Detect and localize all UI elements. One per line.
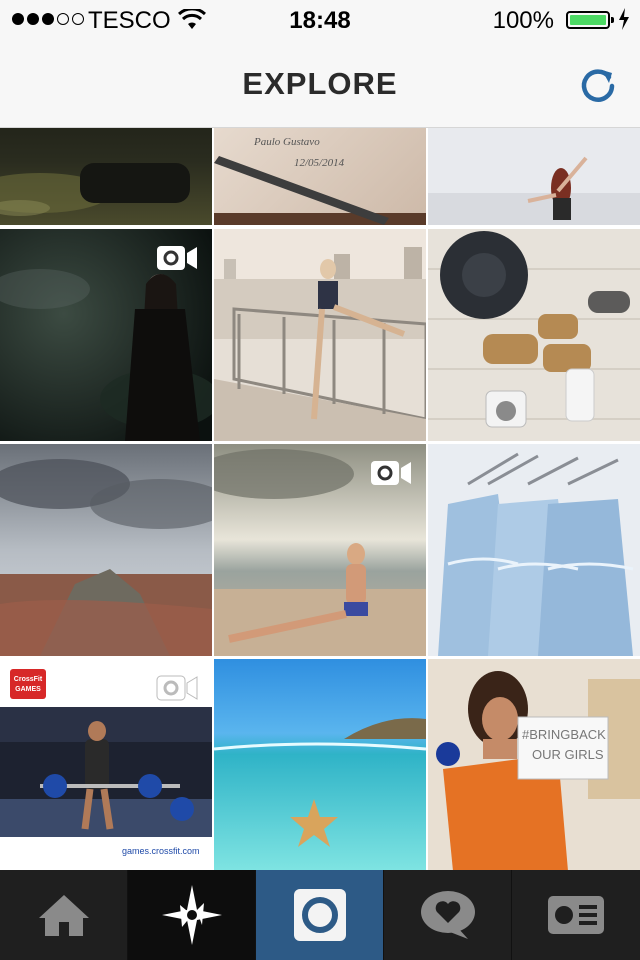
carrier-name: TESCO — [88, 7, 171, 34]
hat-and-shoes-flatlay-photo — [428, 229, 640, 441]
signed-notebook-photo: Paulo Gustavo 12/05/2014 — [214, 128, 426, 225]
svg-text:12/05/2014: 12/05/2014 — [294, 157, 345, 169]
starfish-underwater-photo — [214, 659, 426, 870]
battery-percentage: 100% — [492, 7, 554, 34]
video-camera-icon — [371, 461, 411, 485]
signal-strength-icon — [12, 13, 84, 25]
svg-text:GAMES: GAMES — [15, 686, 41, 693]
tab-home[interactable] — [0, 870, 128, 960]
tab-bar — [0, 870, 640, 960]
status-bar: TESCO 18:48 100% — [0, 0, 640, 40]
grid-tile-jumping-woman[interactable] — [428, 128, 640, 225]
blue-lace-dresses-photo — [428, 444, 640, 656]
grid-tile-bring-back[interactable]: #BRINGBACK OUR GIRLS — [428, 659, 640, 870]
grid-tile-notebook[interactable]: Paulo Gustavo 12/05/2014 — [214, 128, 426, 225]
grid-tile-beach-yoga[interactable] — [214, 444, 426, 656]
charging-icon — [619, 8, 629, 30]
video-camera-icon — [156, 675, 198, 701]
svg-text:CrossFit: CrossFit — [14, 676, 43, 683]
sign-text-2: OUR GIRLS — [532, 747, 604, 762]
grid-tile-night-street[interactable] — [0, 128, 212, 225]
video-camera-icon — [157, 246, 197, 270]
tab-activity[interactable] — [384, 870, 512, 960]
night-street-photo — [0, 128, 212, 225]
notebook-handwriting: Paulo Gustavo — [253, 136, 320, 148]
home-icon — [38, 895, 89, 936]
woman-jumping-photo — [428, 128, 640, 225]
compass-star-icon — [161, 885, 222, 945]
explore-photo-grid: Paulo Gustavo 12/05/2014 CrossFit GAMES … — [0, 128, 640, 870]
grid-tile-crossfit[interactable]: CrossFit GAMES games.crossfit.com — [0, 659, 212, 870]
camera-icon — [293, 889, 346, 941]
grid-tile-flatlay[interactable] — [428, 229, 640, 441]
refresh-icon[interactable] — [578, 64, 618, 104]
grid-tile-mountain[interactable] — [0, 444, 212, 656]
tab-explore[interactable] — [128, 870, 256, 960]
grid-tile-starfish[interactable] — [214, 659, 426, 870]
battery-icon — [566, 11, 614, 29]
tab-camera[interactable] — [256, 870, 384, 960]
heart-bubble-icon — [420, 891, 475, 939]
page-title: EXPLORE — [242, 66, 398, 101]
wifi-icon — [178, 9, 206, 29]
grid-tile-dark-woods[interactable] — [0, 229, 212, 441]
bring-back-our-girls-photo: #BRINGBACK OUR GIRLS — [428, 659, 640, 870]
crossfit-url-text: games.crossfit.com — [122, 846, 200, 856]
grid-tile-lace-dresses[interactable] — [428, 444, 640, 656]
ballerina-on-pier-photo — [214, 229, 426, 441]
profile-card-icon — [548, 896, 604, 934]
nav-bar: EXPLORE — [0, 40, 640, 128]
grid-tile-ballerina[interactable] — [214, 229, 426, 441]
mountain-landscape-photo — [0, 444, 212, 656]
sign-text-1: #BRINGBACK — [522, 727, 606, 742]
tab-profile[interactable] — [512, 870, 640, 960]
